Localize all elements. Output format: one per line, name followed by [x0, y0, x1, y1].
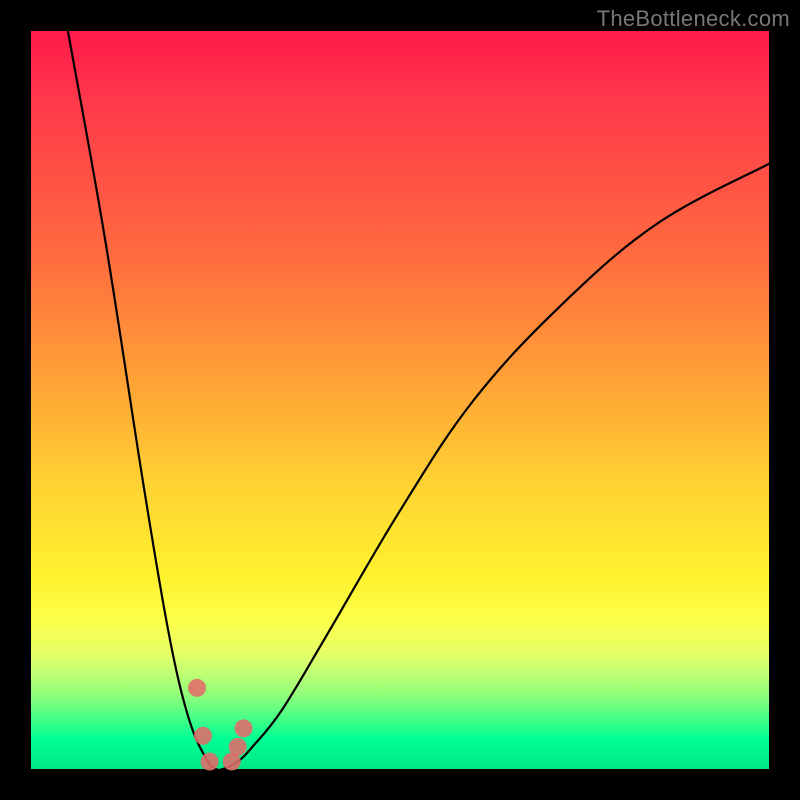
curve-layer — [31, 31, 769, 769]
watermark-text: TheBottleneck.com — [597, 6, 790, 32]
chart-frame: TheBottleneck.com — [0, 0, 800, 800]
bottleneck-curve — [68, 31, 769, 770]
marker-left-upper — [188, 679, 206, 697]
plot-area — [31, 31, 769, 769]
marker-right-upper — [235, 719, 253, 737]
marker-min-left — [201, 753, 219, 771]
marker-left-lower — [194, 727, 212, 745]
marker-right-lower — [229, 738, 247, 756]
